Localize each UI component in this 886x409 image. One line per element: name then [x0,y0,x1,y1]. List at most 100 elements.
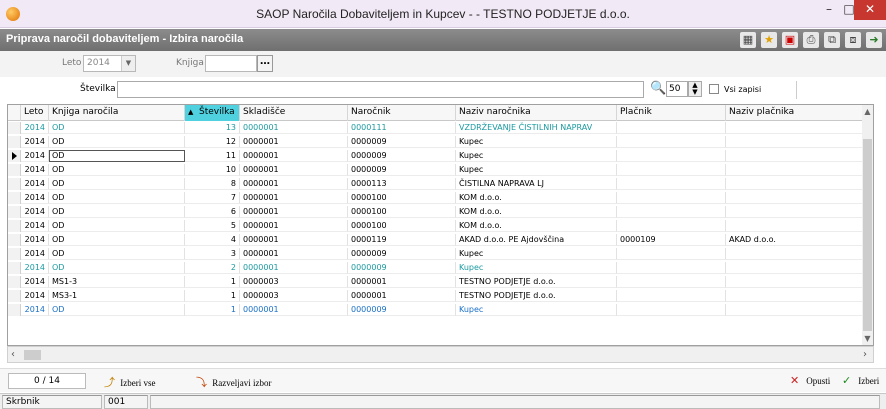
chevron-down-icon[interactable]: ▼ [121,56,135,71]
col-header-leto[interactable]: Leto [21,105,49,121]
cell-stevilka[interactable]: 6 [185,206,240,218]
book-input[interactable] [205,55,257,72]
row-marker[interactable] [8,304,21,316]
cell-naziv-placnika[interactable]: AKAD d.o.o. [726,234,863,246]
cell-stevilka[interactable]: 11 [185,150,240,162]
row-marker[interactable] [8,276,21,288]
cell-stevilka[interactable]: 2 [185,262,240,274]
cell-naziv[interactable]: KOM d.o.o. [456,206,617,218]
table-row[interactable]: 2014 OD 5 0000001 0000100 KOM d.o.o. [8,220,869,232]
cell-skladisce[interactable]: 0000001 [240,248,348,260]
cell-naziv-placnika[interactable] [726,122,863,134]
cell-knjiga[interactable]: OD [49,164,185,176]
cell-knjiga[interactable]: OD [49,178,185,190]
cell-narocnik[interactable]: 0000009 [348,150,456,162]
cell-placnik[interactable] [617,220,726,232]
cell-naziv[interactable]: Kupec [456,150,617,162]
col-header-skladisce[interactable]: Skladišče [240,105,348,121]
cell-placnik[interactable] [617,304,726,316]
table-row[interactable]: 2014 OD 3 0000001 0000009 Kupec [8,248,869,260]
col-header-placnik[interactable]: Plačnik [617,105,726,121]
deselect-button[interactable]: ⤵ Razveljavi izbor [196,374,271,390]
cell-leto[interactable]: 2014 [21,150,49,162]
cell-knjiga[interactable]: MS3-1 [49,290,185,302]
cell-knjiga[interactable]: OD [49,192,185,204]
table-row[interactable]: 2014 OD 10 0000001 0000009 Kupec [8,164,869,176]
year-select[interactable]: 2014 ▼ [83,55,136,72]
cell-skladisce[interactable]: 0000001 [240,192,348,204]
cell-naziv-placnika[interactable] [726,220,863,232]
cell-leto[interactable]: 2014 [21,220,49,232]
table-row[interactable]: 2014 OD 1 0000001 0000009 Kupec [8,304,869,316]
cell-placnik[interactable] [617,262,726,274]
cell-narocnik[interactable]: 0000113 [348,178,456,190]
table-row[interactable]: 2014 OD 12 0000001 0000009 Kupec [8,136,869,148]
row-marker[interactable] [8,122,21,134]
cell-skladisce[interactable]: 0000003 [240,276,348,288]
cell-skladisce[interactable]: 0000001 [240,164,348,176]
all-records-checkbox[interactable] [709,84,719,94]
cell-naziv[interactable]: KOM d.o.o. [456,220,617,232]
close-button[interactable]: ✕ [854,0,886,20]
table-row[interactable]: 2014 OD 11 0000001 0000009 Kupec [8,150,869,162]
cell-naziv-placnika[interactable] [726,206,863,218]
table-row[interactable]: 2014 OD 13 0000001 0000111 VZDRŽEVANJE ČISTIL… [8,122,869,134]
cell-stevilka[interactable]: 12 [185,136,240,148]
cell-naziv-placnika[interactable] [726,192,863,204]
select-all-button[interactable]: ⤴ Izberi vse [104,374,155,390]
table-row[interactable]: 2014 OD 7 0000001 0000100 KOM d.o.o. [8,192,869,204]
cell-naziv[interactable]: VZDRŽEVANJE ČISTILNIH NAPRAV [456,122,617,134]
cell-naziv-placnika[interactable] [726,304,863,316]
table-row[interactable]: 2014 MS3-1 1 0000003 0000001 TESTNO PODJETJE … [8,290,869,302]
cell-skladisce[interactable]: 0000001 [240,304,348,316]
cell-leto[interactable]: 2014 [21,276,49,288]
cell-naziv[interactable]: KOM d.o.o. [456,192,617,204]
cell-naziv[interactable]: ČISTILNA NAPRAVA LJ [456,178,617,190]
cell-narocnik[interactable]: 0000009 [348,248,456,260]
horizontal-scrollbar[interactable]: ‹ › [7,346,874,363]
scroll-thumb[interactable] [863,139,872,331]
cell-naziv-placnika[interactable] [726,150,863,162]
cell-naziv[interactable]: TESTNO PODJETJE d.o.o. [456,290,617,302]
cell-skladisce[interactable]: 0000001 [240,122,348,134]
cell-narocnik[interactable]: 0000001 [348,290,456,302]
cell-knjiga[interactable]: OD [49,248,185,260]
cell-narocnik[interactable]: 0000009 [348,136,456,148]
cell-skladisce[interactable]: 0000001 [240,206,348,218]
cell-leto[interactable]: 2014 [21,304,49,316]
cell-leto[interactable]: 2014 [21,178,49,190]
cell-skladisce[interactable]: 0000001 [240,178,348,190]
cell-knjiga[interactable]: OD [49,220,185,232]
cell-knjiga[interactable]: OD [49,206,185,218]
cell-naziv-placnika[interactable] [726,290,863,302]
row-marker[interactable] [8,220,21,232]
cell-placnik[interactable] [617,136,726,148]
cell-stevilka[interactable]: 1 [185,304,240,316]
search-input[interactable] [117,81,644,98]
cell-leto[interactable]: 2014 [21,136,49,148]
cancel-button[interactable]: ✕ Opusti [790,374,830,387]
cell-knjiga[interactable]: OD [49,122,185,134]
confirm-button[interactable]: ✓ Izberi [842,374,879,387]
cell-naziv[interactable]: AKAD d.o.o. PE Ajdovščina [456,234,617,246]
cell-placnik[interactable] [617,150,726,162]
paste-icon[interactable]: ⧈ [845,32,861,48]
cell-narocnik[interactable]: 0000119 [348,234,456,246]
cell-narocnik[interactable]: 0000100 [348,192,456,204]
col-header-naziv[interactable]: Naziv naročnika [456,105,617,121]
row-marker[interactable] [8,178,21,190]
print-icon[interactable]: ⎙ [803,32,819,48]
cell-leto[interactable]: 2014 [21,234,49,246]
cell-naziv-placnika[interactable] [726,276,863,288]
cell-stevilka[interactable]: 5 [185,220,240,232]
cell-placnik[interactable] [617,192,726,204]
cell-naziv[interactable]: Kupec [456,136,617,148]
table-row[interactable]: 2014 OD 8 0000001 0000113 ČISTILNA NAPRAVA LJ [8,178,869,190]
cell-stevilka[interactable]: 13 [185,122,240,134]
col-header-stevilka[interactable]: ▲ Številka [185,105,240,121]
row-marker[interactable] [8,206,21,218]
cell-skladisce[interactable]: 0000001 [240,220,348,232]
cell-narocnik[interactable]: 0000009 [348,164,456,176]
cell-stevilka[interactable]: 1 [185,290,240,302]
cell-naziv[interactable]: Kupec [456,304,617,316]
